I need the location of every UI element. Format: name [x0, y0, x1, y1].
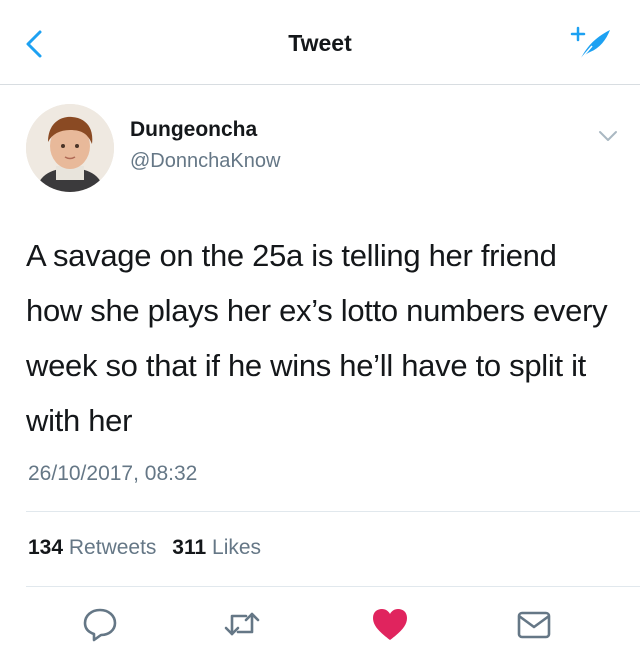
likes-count: 311: [172, 536, 207, 559]
retweets-count: 134: [28, 536, 64, 559]
retweets-stat[interactable]: 134 Retweets: [28, 536, 156, 559]
tweet-text: A savage on the 25a is telling her frien…: [26, 238, 608, 438]
tweet-stats: 134 Retweets 311 Likes: [28, 536, 271, 560]
chevron-down-icon: [599, 131, 617, 141]
share-icon: [517, 611, 551, 639]
reply-button[interactable]: [80, 606, 120, 642]
divider: [26, 586, 640, 587]
author-handle[interactable]: @DonnchaKnow: [130, 150, 280, 173]
more-options-button[interactable]: [596, 124, 620, 148]
page-title: Tweet: [288, 30, 352, 56]
heart-icon: [373, 609, 407, 640]
author-name[interactable]: Dungeoncha: [130, 118, 257, 142]
retweet-button[interactable]: [222, 606, 262, 642]
tweet-timestamp: 26/10/2017, 08:32: [28, 462, 198, 485]
avatar[interactable]: [26, 104, 114, 192]
tweet-author: Dungeoncha @DonnchaKnow: [26, 104, 626, 194]
compose-tweet-button[interactable]: [566, 24, 616, 64]
share-button[interactable]: [514, 606, 554, 642]
retweet-icon: [224, 612, 260, 636]
reply-icon: [83, 608, 117, 642]
action-bar: [0, 600, 640, 643]
avatar-image: [26, 104, 114, 192]
likes-stat[interactable]: 311 Likes: [172, 536, 261, 559]
retweets-label: Retweets: [68, 536, 157, 559]
like-button[interactable]: [370, 606, 410, 642]
likes-label: Likes: [212, 536, 262, 559]
divider: [26, 511, 640, 512]
navigation-bar: Tweet: [0, 0, 640, 85]
compose-feather-icon: [570, 26, 610, 61]
